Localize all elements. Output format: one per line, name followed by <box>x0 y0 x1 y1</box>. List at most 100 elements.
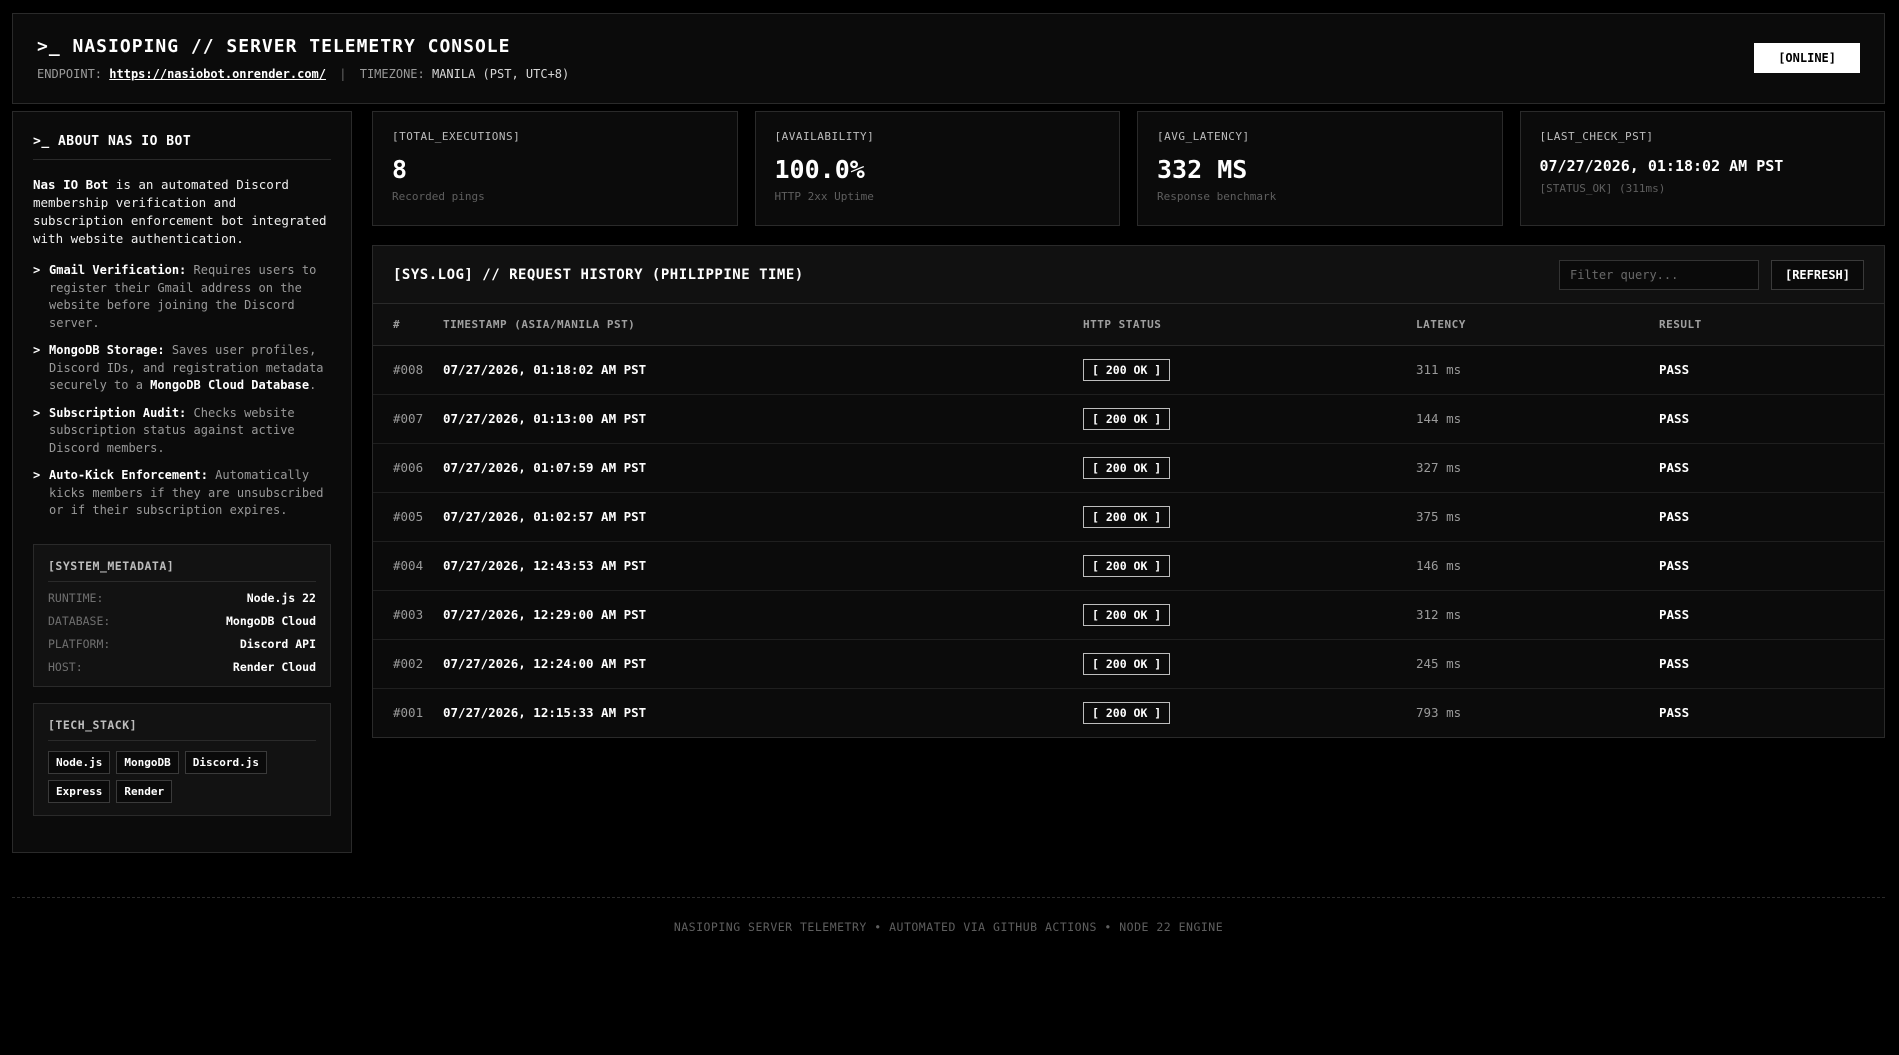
row-result: PASS <box>1659 639 1884 689</box>
chevron-right-icon: > <box>33 263 41 277</box>
tech-chip-render: Render <box>116 779 173 803</box>
about-intro: Nas IO Bot is an automated Discord membe… <box>33 176 331 248</box>
metadata-value: Render Cloud <box>232 659 316 674</box>
row-timestamp: 07/27/2026, 01:18:02 AM PST <box>443 345 1083 395</box>
row-latency: 146 ms <box>1416 541 1659 591</box>
feature-item: > Gmail Verification: Requires users to … <box>33 262 331 332</box>
tech-stack-chips: Node.js MongoDB Discord.js Express Rende… <box>48 750 316 803</box>
table-row: #001 07/27/2026, 12:15:33 AM PST [ 200 O… <box>373 688 1884 737</box>
system-metadata-panel: [SYSTEM_METADATA] RUNTIME: Node.js 22 DA… <box>33 543 331 687</box>
stat-subtext: Recorded pings <box>392 190 485 203</box>
stat-value: 8 <box>392 155 408 184</box>
row-status-cell: [ 200 OK ] <box>1083 345 1416 395</box>
row-timestamp: 07/27/2026, 12:29:00 AM PST <box>443 590 1083 640</box>
endpoint-link[interactable]: https://nasiobot.onrender.com/ <box>109 67 326 81</box>
page-title: >_ NASIOPING // SERVER TELEMETRY CONSOLE <box>37 36 511 57</box>
status-badge: [ONLINE] <box>1754 43 1860 73</box>
stat-label: [AVAILABILITY] <box>774 130 875 143</box>
row-id: #008 <box>373 345 443 395</box>
tech-chip-discordjs: Discord.js <box>184 750 267 774</box>
feature-tail: . <box>309 378 317 392</box>
column-header-http-status: HTTP STATUS <box>1083 304 1416 346</box>
table-row: #008 07/27/2026, 01:18:02 AM PST [ 200 O… <box>373 345 1884 395</box>
stat-subtext: Response benchmark <box>1157 190 1277 203</box>
header-bar: >_ NASIOPING // SERVER TELEMETRY CONSOLE… <box>12 13 1885 104</box>
header-separator: | <box>339 67 347 81</box>
row-latency: 311 ms <box>1416 345 1659 395</box>
row-latency: 312 ms <box>1416 590 1659 640</box>
row-status-cell: [ 200 OK ] <box>1083 443 1416 493</box>
row-id: #003 <box>373 590 443 640</box>
stat-value: 332 MS <box>1157 155 1248 184</box>
row-latency: 327 ms <box>1416 443 1659 493</box>
filter-query-input[interactable] <box>1558 259 1759 290</box>
table-header-row: # TIMESTAMP (ASIA/MANILA PST) HTTP STATU… <box>373 304 1884 346</box>
status-badge: [ 200 OK ] <box>1083 701 1171 724</box>
refresh-button[interactable]: [REFRESH] <box>1770 259 1864 290</box>
stat-card-availability: [AVAILABILITY] 100.0% HTTP 2xx Uptime <box>754 111 1120 226</box>
endpoint-label: ENDPOINT: <box>37 67 103 81</box>
row-timestamp: 07/27/2026, 01:13:00 AM PST <box>443 394 1083 444</box>
column-header-id: # <box>373 304 443 346</box>
row-timestamp: 07/27/2026, 01:02:57 AM PST <box>443 492 1083 542</box>
table-row: #006 07/27/2026, 01:07:59 AM PST [ 200 O… <box>373 443 1884 493</box>
status-badge: [ 200 OK ] <box>1083 603 1171 626</box>
row-result: PASS <box>1659 492 1884 542</box>
row-result: PASS <box>1659 345 1884 395</box>
metadata-value: Discord API <box>239 636 316 651</box>
row-result: PASS <box>1659 705 1690 721</box>
footer-divider <box>12 897 1885 898</box>
row-timestamp: 07/27/2026, 12:43:53 AM PST <box>443 541 1083 591</box>
sidebar-title: >_ ABOUT NAS IO BOT <box>33 134 331 160</box>
table-row: #004 07/27/2026, 12:43:53 AM PST [ 200 O… <box>373 541 1884 591</box>
stat-subtext: [STATUS_OK] (311ms) <box>1539 182 1666 195</box>
row-status-cell: [ 200 OK ] <box>1083 639 1416 689</box>
column-header-latency: LATENCY <box>1416 304 1659 346</box>
metadata-row: RUNTIME: Node.js 22 <box>48 591 316 605</box>
stat-card-last-check: [LAST_CHECK_PST] 07/27/2026, 01:18:02 AM… <box>1519 111 1885 226</box>
row-latency: 375 ms <box>1416 492 1659 542</box>
row-timestamp: 07/27/2026, 12:24:00 AM PST <box>443 639 1083 689</box>
feature-title: Gmail Verification: <box>49 263 187 277</box>
stat-label: [TOTAL_EXECUTIONS] <box>392 130 521 143</box>
row-latency: 245 ms <box>1416 639 1659 689</box>
metadata-value: Node.js 22 <box>246 590 316 605</box>
stats-row: [TOTAL_EXECUTIONS] 8 Recorded pings [AVA… <box>372 111 1885 226</box>
tech-stack-title: [TECH_STACK] <box>48 718 316 741</box>
row-id: #006 <box>373 443 443 493</box>
feature-item: > Auto-Kick Enforcement: Automatically k… <box>33 467 331 520</box>
row-latency: 144 ms <box>1416 394 1659 444</box>
row-status-cell: [ 200 OK ] <box>1083 590 1416 640</box>
table-row: #007 07/27/2026, 01:13:00 AM PST [ 200 O… <box>373 394 1884 444</box>
column-header-result: RESULT <box>1659 304 1884 346</box>
status-badge: [ 200 OK ] <box>1083 554 1171 577</box>
stat-subtext: HTTP 2xx Uptime <box>774 190 874 203</box>
metadata-key: PLATFORM: <box>48 636 111 651</box>
metadata-value: MongoDB Cloud <box>225 613 316 628</box>
stat-value: 100.0% <box>774 155 865 184</box>
row-id: #005 <box>373 492 443 542</box>
row-result: PASS <box>1659 590 1884 640</box>
feature-list: > Gmail Verification: Requires users to … <box>33 262 331 520</box>
request-history-table: # TIMESTAMP (ASIA/MANILA PST) HTTP STATU… <box>373 304 1884 737</box>
feature-highlight: MongoDB Cloud Database <box>150 378 310 392</box>
log-header: [SYS.LOG] // REQUEST HISTORY (PHILIPPINE… <box>373 246 1884 304</box>
feature-title: MongoDB Storage: <box>49 343 165 357</box>
feature-item: > Subscription Audit: Checks website sub… <box>33 405 331 458</box>
row-result: PASS <box>1659 394 1884 444</box>
row-id: #004 <box>373 541 443 591</box>
feature-item: > MongoDB Storage: Saves user profiles, … <box>33 342 331 395</box>
metadata-row: PLATFORM: Discord API <box>48 637 316 651</box>
row-latency: 793 ms <box>1416 705 1462 721</box>
status-badge: [ 200 OK ] <box>1083 652 1171 675</box>
status-badge: [ 200 OK ] <box>1083 505 1171 528</box>
metadata-key: RUNTIME: <box>48 590 104 605</box>
chevron-right-icon: > <box>33 468 41 482</box>
metadata-key: DATABASE: <box>48 613 111 628</box>
header-subline: ENDPOINT: https://nasiobot.onrender.com/… <box>37 67 1860 81</box>
row-status-cell: [ 200 OK ] <box>1083 541 1416 591</box>
chevron-right-icon: > <box>33 343 41 357</box>
system-metadata-title: [SYSTEM_METADATA] <box>48 559 316 582</box>
tech-chip-mongodb: MongoDB <box>116 750 179 774</box>
row-timestamp: 07/27/2026, 01:07:59 AM PST <box>443 443 1083 493</box>
